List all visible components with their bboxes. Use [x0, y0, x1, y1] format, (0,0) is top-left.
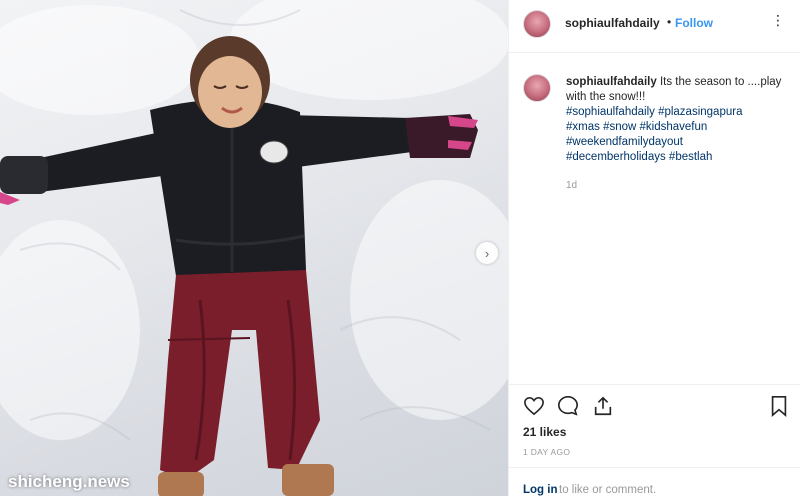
- separator-dot: •: [667, 15, 672, 29]
- comment-prompt: to like or comment.: [559, 484, 657, 496]
- carousel-next-button[interactable]: ›: [476, 242, 498, 264]
- watermark: shicheng.news: [8, 472, 130, 491]
- avatar[interactable]: [523, 74, 551, 102]
- post-header: sophiaulfahdaily • Follow ⋮: [509, 0, 800, 53]
- bookmark-icon[interactable]: [769, 395, 789, 417]
- post-actions: 21 likes 1 DAY AGO Log in to like or com…: [509, 384, 800, 497]
- login-link[interactable]: Log in: [523, 484, 558, 496]
- heart-icon[interactable]: [523, 396, 545, 416]
- follow-button[interactable]: Follow: [675, 16, 713, 30]
- caption-username[interactable]: sophiaulfahdaily: [566, 76, 657, 88]
- hashtags-line[interactable]: #xmas #snow #kidshavefun: [566, 120, 786, 135]
- share-icon[interactable]: [592, 395, 614, 417]
- caption-text: sophiaulfahdaily Its the season to ....p…: [566, 75, 786, 165]
- post-photo[interactable]: › shicheng.news: [0, 0, 508, 496]
- post-side-panel: sophiaulfahdaily • Follow ⋮ sophiaulfahd…: [508, 0, 800, 496]
- likes-count[interactable]: 21 likes: [523, 425, 566, 439]
- hashtags-line[interactable]: #sophiaulfahdaily #plazasingapura: [566, 105, 786, 120]
- avatar[interactable]: [523, 10, 551, 38]
- more-options-icon[interactable]: ⋮: [771, 12, 786, 29]
- chevron-right-icon: ›: [484, 245, 490, 261]
- comment-bar: Log in to like or comment.: [509, 467, 800, 498]
- header-username[interactable]: sophiaulfahdaily: [565, 16, 660, 30]
- hashtags-line[interactable]: #decemberholidays #bestlah: [566, 150, 786, 165]
- caption-timestamp: 1d: [566, 180, 578, 191]
- hashtags-line[interactable]: #weekendfamilydayout: [566, 135, 786, 150]
- post-date: 1 DAY AGO: [523, 447, 571, 457]
- comment-bubble-icon[interactable]: [557, 395, 579, 417]
- girl-in-snow-image: [0, 0, 508, 496]
